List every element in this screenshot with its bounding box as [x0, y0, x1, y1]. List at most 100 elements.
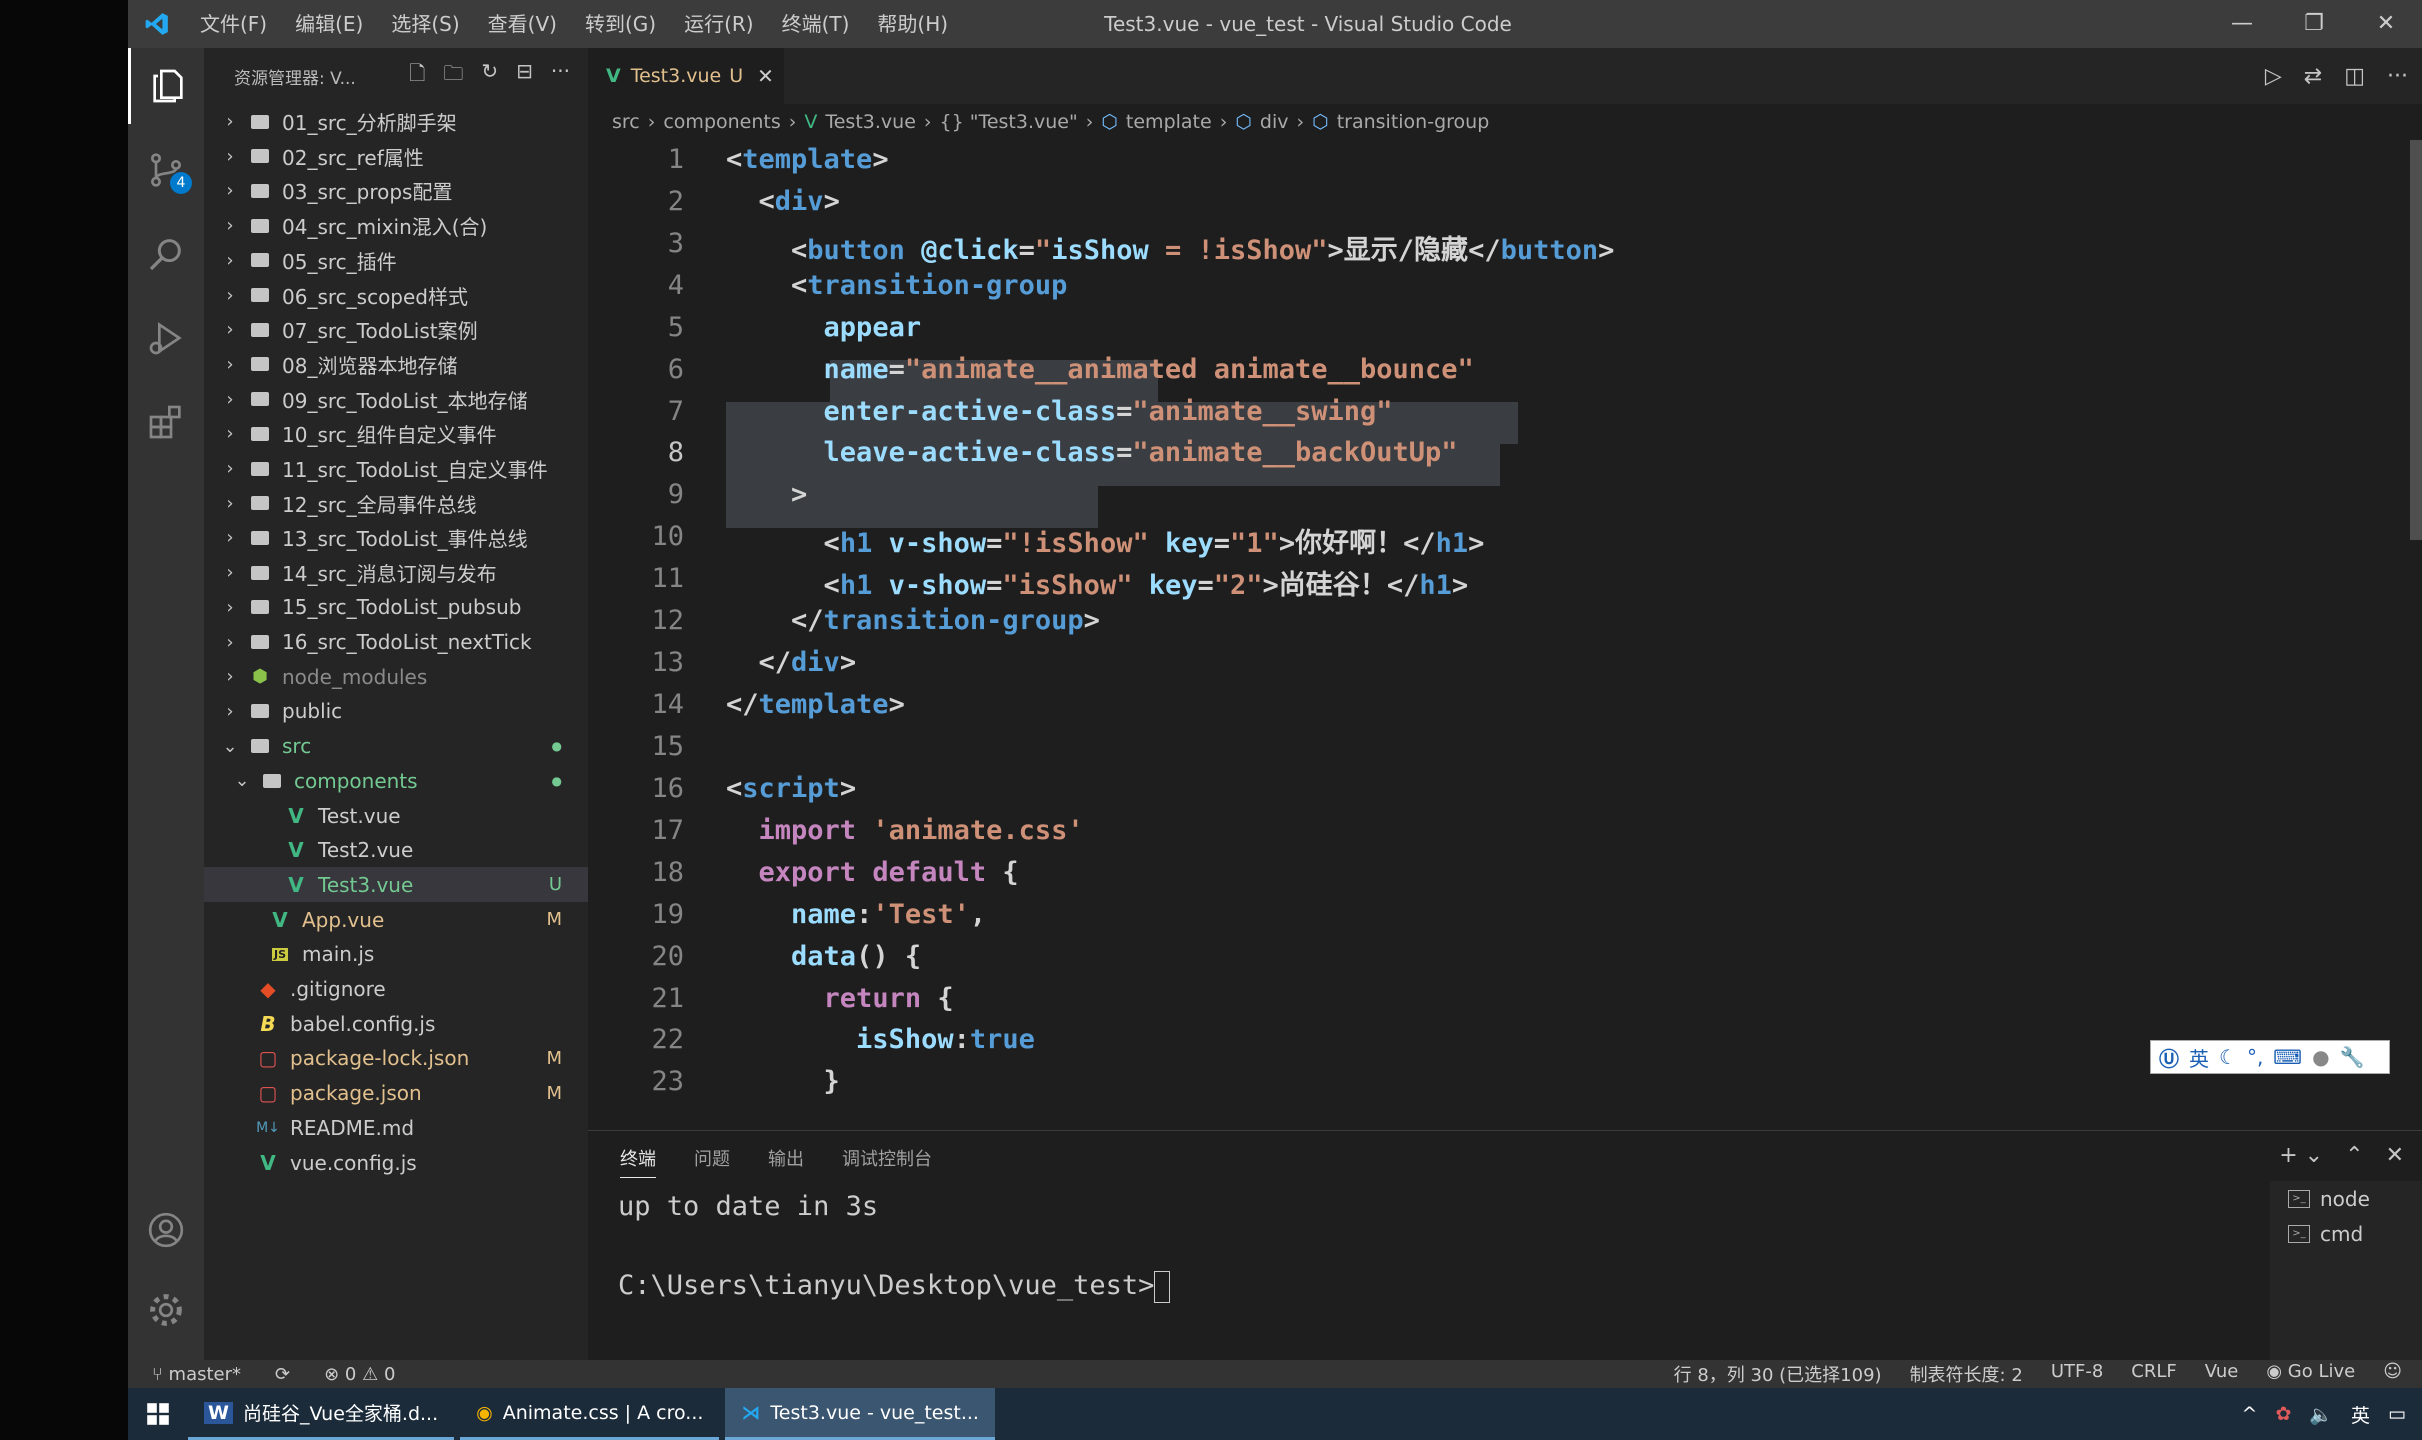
taskbar-word[interactable]: W 尚硅谷_Vue全家桶.d...	[188, 1388, 455, 1440]
close-window-button[interactable]: ✕	[2350, 0, 2422, 48]
crumb-file[interactable]: Test3.vue	[825, 111, 916, 133]
terminal-node[interactable]: >_ node	[2270, 1181, 2422, 1216]
terminal-output[interactable]: up to date in 3s C:\Users\tianyu\Desktop\…	[618, 1191, 1171, 1303]
tree-item[interactable]: › 11_src_TodoList_自定义事件	[204, 451, 588, 486]
tree-item[interactable]: › 04_src_mixin混入(合)	[204, 208, 588, 243]
tree-item[interactable]: › 15_src_TodoList_pubsub	[204, 590, 588, 625]
cursor-position[interactable]: 行 8，列 30 (已选择109)	[1674, 1361, 1882, 1387]
feedback-icon[interactable]: ☺	[2383, 1361, 2402, 1387]
go-live-button[interactable]: ◉ Go Live	[2266, 1361, 2355, 1387]
tree-item[interactable]: V Test.vue	[204, 798, 588, 833]
sync-icon[interactable]: ⟳	[275, 1364, 290, 1385]
tree-item[interactable]: › 07_src_TodoList案例	[204, 312, 588, 347]
menu-file[interactable]: 文件(F)	[186, 0, 281, 48]
tree-item[interactable]: › 12_src_全局事件总线	[204, 486, 588, 521]
new-folder-icon[interactable]: 🗀	[443, 59, 463, 93]
menu-edit[interactable]: 编辑(E)	[281, 0, 377, 48]
code-editor[interactable]: 1 <template> 2 <div> 3 <button @click="isSh…	[588, 140, 2422, 1130]
tree-item[interactable]: › 14_src_消息订阅与发布	[204, 555, 588, 590]
run-icon[interactable]: ▷	[2265, 64, 2282, 89]
tab-output[interactable]: 输出	[768, 1145, 804, 1178]
line-ending[interactable]: CRLF	[2131, 1361, 2176, 1387]
tree-item[interactable]: › 06_src_scoped样式	[204, 278, 588, 313]
menu-run[interactable]: 运行(R)	[670, 0, 768, 48]
search-icon[interactable]	[128, 216, 204, 292]
terminal-cmd[interactable]: >_ cmd	[2270, 1216, 2422, 1251]
restore-button[interactable]: ❐	[2278, 0, 2350, 48]
editor-scrollbar[interactable]	[2410, 140, 2422, 540]
crumb-module[interactable]: {} "Test3.vue"	[940, 111, 1078, 133]
tree-item[interactable]: › 02_src_ref属性	[204, 139, 588, 174]
tree-item[interactable]: › 08_浏览器本地存储	[204, 347, 588, 382]
user-icon[interactable]: ●	[2312, 1045, 2329, 1069]
tree-item[interactable]: ▢ package.json M	[204, 1076, 588, 1111]
tree-item[interactable]: › 09_src_TodoList_本地存储	[204, 382, 588, 417]
ime-language[interactable]: 英	[2189, 1043, 2209, 1072]
collapse-all-icon[interactable]: ⊟	[516, 59, 533, 93]
new-file-icon[interactable]: 🗋	[409, 59, 425, 93]
extensions-icon[interactable]	[128, 384, 204, 460]
tree-item[interactable]: V Test2.vue	[204, 833, 588, 868]
close-panel-icon[interactable]: ✕	[2386, 1143, 2404, 1168]
app-tray-icon[interactable]: ✿	[2275, 1403, 2291, 1425]
tree-item[interactable]: V Test3.vue U	[204, 867, 588, 903]
run-debug-icon[interactable]	[128, 300, 204, 376]
tree-item[interactable]: › 13_src_TodoList_事件总线	[204, 520, 588, 555]
tab-terminal[interactable]: 终端	[620, 1145, 656, 1178]
minimize-button[interactable]: —	[2206, 0, 2278, 48]
branch-indicator[interactable]: ⑂ master*	[152, 1364, 241, 1385]
source-control-icon[interactable]: 4	[128, 132, 204, 208]
moon-icon[interactable]: ☾	[2219, 1045, 2237, 1069]
menu-terminal[interactable]: 终端(T)	[768, 0, 864, 48]
tray-ime[interactable]: 英	[2351, 1401, 2370, 1428]
crumb-components[interactable]: components	[663, 111, 780, 133]
tree-item[interactable]: V App.vue M	[204, 902, 588, 937]
problems-indicator[interactable]: ⊗ 0 ⚠ 0	[324, 1364, 395, 1385]
menu-view[interactable]: 查看(V)	[474, 0, 571, 48]
tree-item[interactable]: › 01_src_分析脚手架	[204, 104, 588, 139]
tree-item[interactable]: › 03_src_props配置	[204, 173, 588, 208]
tree-item[interactable]: Vvue.config.js	[204, 1145, 588, 1180]
tree-item[interactable]: Bbabel.config.js	[204, 1006, 588, 1041]
tab-test3-vue[interactable]: V Test3.vue U ✕	[588, 48, 784, 104]
encoding[interactable]: UTF-8	[2051, 1361, 2103, 1387]
tree-item[interactable]: › 10_src_组件自定义事件	[204, 416, 588, 451]
tree-item[interactable]: ◆ .gitignore	[204, 972, 588, 1007]
tree-item[interactable]: › public	[204, 694, 588, 729]
crumb-src[interactable]: src	[612, 111, 640, 133]
tree-item[interactable]: ⌄ components ●	[204, 763, 588, 798]
chevron-up-icon[interactable]: ^	[2242, 1403, 2258, 1425]
crumb-div[interactable]: div	[1260, 111, 1289, 133]
tab-debug-console[interactable]: 调试控制台	[842, 1145, 932, 1178]
tree-item[interactable]: JS main.js	[204, 937, 588, 972]
crumb-template[interactable]: template	[1126, 111, 1212, 133]
menu-selection[interactable]: 选择(S)	[377, 0, 473, 48]
tab-size[interactable]: 制表符长度: 2	[1910, 1361, 2023, 1387]
compare-changes-icon[interactable]: ⇄	[2304, 64, 2322, 89]
tree-item[interactable]: M↓ README.md	[204, 1110, 588, 1145]
tree-item[interactable]: ⌄ src ●	[204, 729, 588, 764]
settings-gear-icon[interactable]	[128, 1272, 204, 1348]
menu-help[interactable]: 帮助(H)	[863, 0, 962, 48]
taskbar-chrome[interactable]: ◉ Animate.css | A cro...	[460, 1388, 720, 1440]
wrench-icon[interactable]: 🔧	[2340, 1045, 2365, 1069]
tree-item[interactable]: ▢ package-lock.json M	[204, 1041, 588, 1076]
new-terminal-icon[interactable]: + ⌄	[2279, 1143, 2323, 1168]
menu-go[interactable]: 转到(G)	[571, 0, 670, 48]
tab-problems[interactable]: 问题	[694, 1145, 730, 1178]
language-mode[interactable]: Vue	[2205, 1361, 2239, 1387]
crumb-transition-group[interactable]: transition-group	[1337, 111, 1490, 133]
punctuation-icon[interactable]: °,	[2247, 1045, 2263, 1069]
split-editor-icon[interactable]: ◫	[2344, 64, 2365, 89]
taskbar-vscode[interactable]: ⋊ Test3.vue - vue_test...	[725, 1388, 995, 1440]
ime-toolbar[interactable]: Ⓤ 英 ☾ °, ⌨ ● 🔧	[2150, 1040, 2390, 1074]
accounts-icon[interactable]	[128, 1192, 204, 1268]
more-actions-icon[interactable]: ···	[551, 59, 570, 93]
refresh-icon[interactable]: ↻	[481, 59, 498, 93]
keyboard-icon[interactable]: ⌨	[2273, 1045, 2302, 1069]
volume-icon[interactable]: 🔈	[2309, 1403, 2333, 1426]
tree-item[interactable]: › 05_src_插件	[204, 243, 588, 278]
notification-icon[interactable]: ▭	[2388, 1403, 2406, 1425]
tree-item[interactable]: › ⬢ node_modules	[204, 659, 588, 694]
tree-item[interactable]: › 16_src_TodoList_nextTick	[204, 625, 588, 660]
